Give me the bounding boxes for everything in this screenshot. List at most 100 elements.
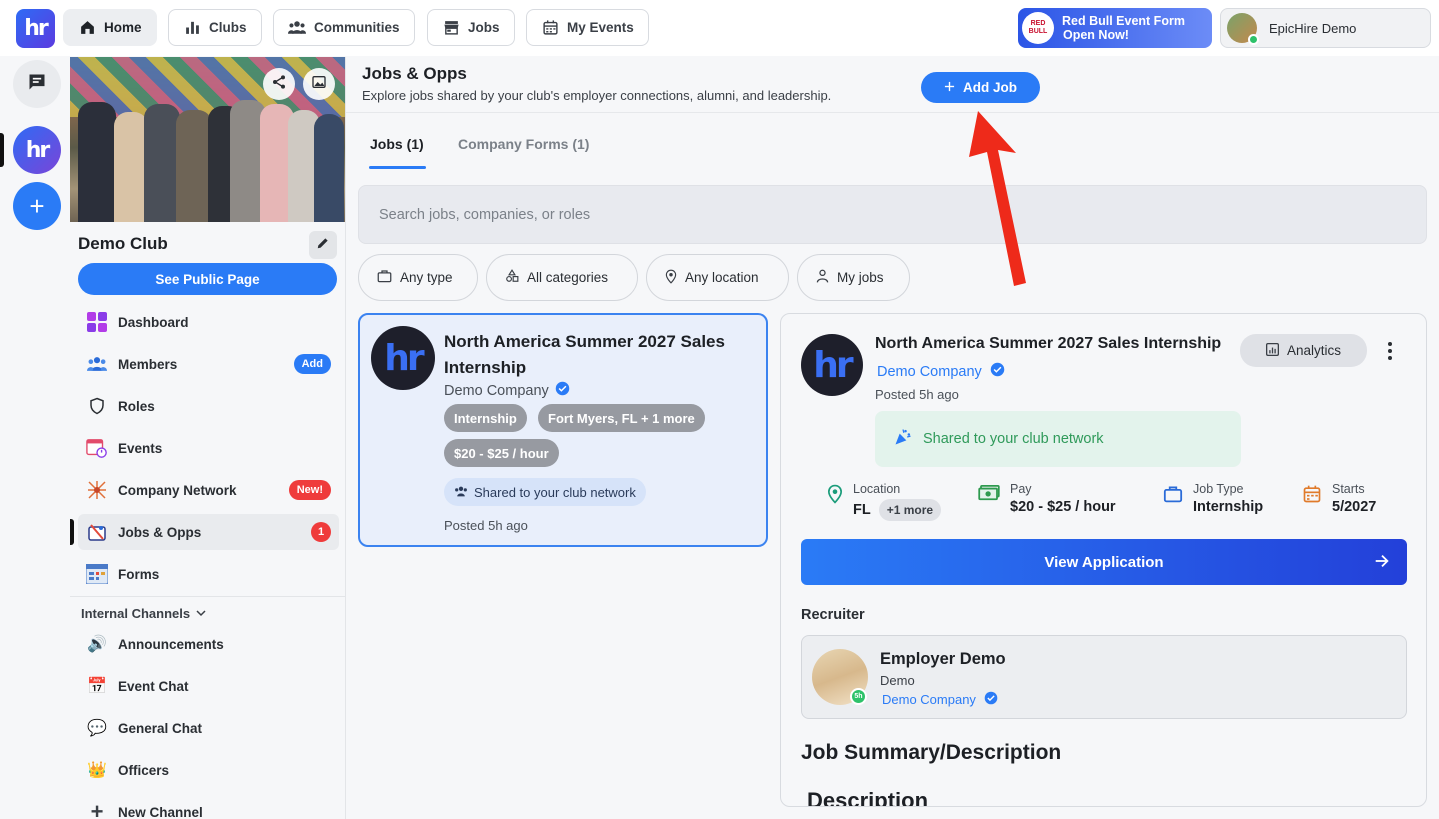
tab-company-forms[interactable]: Company Forms (1)	[458, 136, 589, 152]
location-value: FL	[853, 502, 871, 518]
location-pin-icon	[827, 484, 843, 521]
channel-label: General Chat	[118, 720, 203, 736]
channel-announcements[interactable]: 🔊 Announcements	[78, 626, 339, 662]
recruiter-card[interactable]: 5h Employer Demo Demo Demo Company	[801, 635, 1407, 719]
messages-button[interactable]	[13, 60, 61, 108]
sidebar-item-dashboard[interactable]: Dashboard	[78, 304, 339, 340]
company-logo: hr	[371, 326, 435, 390]
job-type-value: Internship	[1193, 499, 1264, 515]
top-navigation-bar: hr Home Clubs Communities Jobs My Events…	[0, 0, 1439, 56]
nav-home[interactable]: Home	[63, 9, 157, 46]
meta-location: Location FL +1 more	[827, 482, 942, 521]
filter-my-jobs[interactable]: My jobs	[797, 254, 910, 301]
analytics-button[interactable]: Analytics	[1240, 334, 1367, 367]
detail-posted-time: Posted 5h ago	[875, 387, 959, 402]
megaphone-icon: 🔊	[87, 636, 107, 653]
channel-officers[interactable]: 👑 Officers	[78, 752, 339, 788]
search-placeholder: Search jobs, companies, or roles	[379, 206, 591, 223]
verified-badge-icon	[990, 362, 1005, 381]
image-icon	[311, 74, 327, 95]
filter-any-location[interactable]: Any location	[646, 254, 789, 301]
job-summary-heading: Job Summary/Description	[801, 741, 1062, 764]
filter-all-categories[interactable]: All categories	[486, 254, 638, 301]
internal-channels-header[interactable]: Internal Channels	[81, 606, 206, 621]
channel-general-chat[interactable]: 💬 General Chat	[78, 710, 339, 746]
red-bull-promo-banner[interactable]: RED BULL Red Bull Event Form Open Now!	[1018, 8, 1212, 48]
meta-label: Job Type	[1193, 482, 1244, 496]
shared-label: Shared to your club network	[474, 484, 636, 500]
meta-pay: Pay $20 - $25 / hour	[978, 482, 1116, 515]
nav-communities[interactable]: Communities	[273, 9, 415, 46]
calendar-icon	[1302, 484, 1322, 515]
description-heading: Description	[807, 788, 929, 807]
crown-icon: 👑	[87, 762, 107, 779]
sidebar-item-jobs-opps[interactable]: Jobs & Opps 1	[78, 514, 339, 550]
sidebar-item-label: Forms	[118, 566, 160, 582]
meta-starts: Starts 5/2027	[1302, 482, 1376, 515]
briefcase-icon	[377, 269, 392, 286]
user-account-menu[interactable]: EpicHire Demo	[1220, 8, 1431, 48]
people-icon	[288, 19, 306, 37]
sidebar-item-roles[interactable]: Roles	[78, 388, 339, 424]
search-input[interactable]: Search jobs, companies, or roles	[358, 185, 1427, 244]
pay-chip: $20 - $25 / hour	[444, 439, 559, 467]
club-cover-photo	[70, 57, 345, 222]
share-button[interactable]	[263, 68, 295, 100]
divider	[346, 112, 1439, 113]
tab-jobs[interactable]: Jobs (1)	[370, 136, 424, 152]
nav-jobs-label: Jobs	[468, 20, 500, 35]
add-members-badge[interactable]: Add	[293, 354, 331, 374]
active-menu-marker	[70, 519, 74, 545]
dashboard-icon	[86, 311, 108, 333]
sidebar-item-members[interactable]: Members Add	[78, 346, 339, 382]
meta-label: Location	[853, 482, 901, 496]
new-channel-button[interactable]: + New Channel	[78, 794, 339, 819]
detail-company-link[interactable]: Demo Company	[877, 362, 1005, 381]
sidebar-item-forms[interactable]: Forms	[78, 556, 339, 592]
arrow-right-icon	[1373, 551, 1391, 575]
plus-icon: +	[90, 799, 104, 819]
plus-icon	[944, 80, 955, 95]
more-locations-chip[interactable]: +1 more	[878, 499, 942, 521]
app-logo[interactable]: hr	[16, 9, 55, 48]
add-club-button[interactable]: +	[13, 182, 61, 230]
filter-label: All categories	[527, 270, 609, 285]
calendar-clock-icon	[86, 437, 108, 459]
add-job-button[interactable]: Add Job	[921, 72, 1040, 103]
channel-event-chat[interactable]: 📅 Event Chat	[78, 668, 339, 704]
company-name: Demo Company	[444, 381, 570, 400]
meta-label: Starts	[1332, 482, 1365, 496]
recruiter-company-link[interactable]: Demo Company	[882, 691, 998, 708]
calendar-icon	[541, 19, 559, 37]
job-list-card[interactable]: hr North America Summer 2027 Sales Inter…	[358, 313, 768, 547]
channel-label: Event Chat	[118, 678, 189, 694]
active-tab-underline	[369, 166, 426, 169]
see-public-page-button[interactable]: See Public Page	[78, 263, 337, 295]
store-icon	[442, 19, 460, 37]
nav-clubs[interactable]: Clubs	[168, 9, 262, 46]
recruiter-role: Demo	[880, 673, 915, 688]
meta-label: Pay	[1010, 482, 1032, 496]
chevron-down-icon	[196, 606, 206, 621]
page-title: Jobs & Opps	[362, 64, 467, 83]
job-title: North America Summer 2027 Sales Internsh…	[444, 332, 725, 377]
home-icon	[78, 19, 96, 37]
edit-club-button[interactable]	[309, 231, 337, 259]
shield-icon	[86, 395, 108, 417]
sidebar-item-events[interactable]: Events	[78, 430, 339, 466]
user-name: EpicHire Demo	[1269, 20, 1357, 36]
filter-any-type[interactable]: Any type	[358, 254, 478, 301]
more-options-icon[interactable]	[1379, 338, 1401, 364]
add-job-label: Add Job	[963, 80, 1017, 95]
job-detail-panel: hr North America Summer 2027 Sales Inter…	[780, 313, 1427, 807]
posted-time: Posted 5h ago	[444, 518, 528, 533]
sidebar-item-company-network[interactable]: Company Network New!	[78, 472, 339, 508]
party-popper-icon	[893, 427, 913, 451]
change-cover-button[interactable]	[303, 68, 335, 100]
detail-job-title: North America Summer 2027 Sales Internsh…	[875, 335, 1222, 352]
club-switcher-demo-club[interactable]: hr	[13, 126, 61, 174]
nav-my-events[interactable]: My Events	[526, 9, 649, 46]
view-application-button[interactable]: View Application	[801, 539, 1407, 585]
speech-bubble-icon: 💬	[87, 720, 107, 737]
nav-jobs[interactable]: Jobs	[427, 9, 515, 46]
